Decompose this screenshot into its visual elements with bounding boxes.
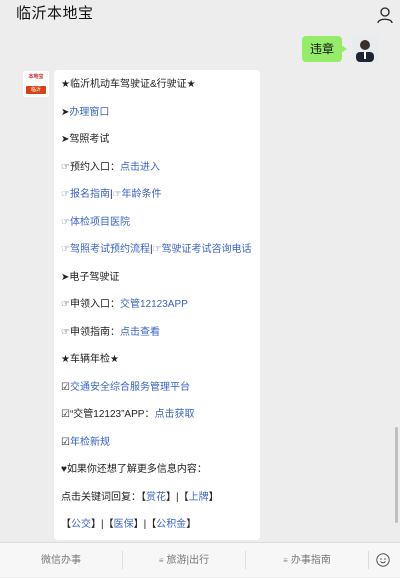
message-link[interactable]: 点击查看 <box>120 327 160 338</box>
avatar-city-tag: 临沂 <box>26 86 46 94</box>
message-text: ☑“交管12123”APP： <box>61 409 155 420</box>
incoming-message-bubble: ★临沂机动车驾驶证&行驶证★ ➤办理窗口 ➤驾照考试 ☞预约入口：点击进入 ☞报名指南|… <box>54 70 260 540</box>
person-icon[interactable] <box>376 6 394 24</box>
outgoing-message-bubble[interactable]: 违章 <box>301 36 348 62</box>
message-text: 】|【 <box>166 491 189 503</box>
message-text: 】|【 <box>133 519 157 530</box>
message-text: ★临沂机动车驾驶证&行驶证★ <box>61 79 196 90</box>
menu-item-label: 旅游|出行 <box>166 555 210 566</box>
message-line: ☞体检项目医院 <box>61 216 130 229</box>
avatar-logo-text: 本地宝 <box>28 74 44 80</box>
message-line: ☞预约入口：点击进入 <box>61 161 160 174</box>
message-line: ☞驾照考试预约流程|☞驾驶证考试咨询电话 <box>61 243 252 256</box>
message-link[interactable]: 公交 <box>71 519 91 530</box>
menu-item-label: 办事指南 <box>290 555 331 566</box>
message-line: ☑交通安全综合服务管理平台 <box>61 381 190 394</box>
message-link[interactable]: 医保 <box>114 519 134 530</box>
message-link[interactable]: 点击进入 <box>120 162 160 173</box>
menu-item-wechat-services[interactable]: 微信办事 <box>0 543 122 578</box>
message-line: ☑“交管12123”APP：点击获取 <box>61 408 194 421</box>
message-line: ➤驾照考试 <box>61 133 109 146</box>
message-link[interactable]: ☞驾照考试预约流程 <box>61 244 150 255</box>
message-line: ♥如果你还想了解更多信息内容： <box>61 463 207 476</box>
top-bar: 临沂本地宝 <box>0 0 400 32</box>
menu-item-service-guide[interactable]: ≡ 办事指南 <box>246 543 368 578</box>
chat-title: 临沂本地宝 <box>16 5 94 22</box>
message-text: ★车辆年检★ <box>61 354 119 365</box>
message-link[interactable]: 点击获取 <box>154 409 194 420</box>
menu-divider <box>368 551 369 569</box>
hamburger-icon: ≡ <box>158 556 164 565</box>
message-text: ☞申领指南： <box>61 326 120 338</box>
message-line: ☞报名指南|☞年龄条件 <box>61 188 162 201</box>
message-line: ☞申领指南：点击查看 <box>61 326 160 339</box>
message-line: ☑年检新规 <box>61 436 110 449</box>
message-line: 点击关键词回复：【赏花】|【上牌】 <box>61 491 219 504</box>
bottom-menu-bar: 微信办事 ≡ 旅游|出行 ≡ 办事指南 <box>0 542 400 577</box>
scrollbar-thumb[interactable] <box>395 427 398 523</box>
hamburger-icon: ≡ <box>283 556 288 565</box>
message-text: 】|【 <box>91 519 114 530</box>
message-link[interactable]: 交管12123APP <box>120 299 188 310</box>
message-text: 【 <box>61 519 71 530</box>
message-link[interactable]: 赏花 <box>146 492 166 503</box>
message-line: ★临沂机动车驾驶证&行驶证★ <box>61 78 196 91</box>
message-text: ☑ <box>61 436 70 448</box>
message-link[interactable]: ☞体检项目医院 <box>61 217 130 228</box>
message-link[interactable]: ☞年龄条件 <box>113 189 162 200</box>
message-text: ☞预约入口： <box>61 161 120 173</box>
message-link[interactable]: 公积金 <box>156 519 186 530</box>
official-account-avatar[interactable]: 本地宝 临沂 <box>22 70 50 98</box>
message-line: ☞申领入口：交管12123APP <box>61 298 188 311</box>
message-link[interactable]: 办理窗口 <box>69 107 109 118</box>
message-line: ➤电子驾驶证 <box>61 271 119 284</box>
message-text: 点击关键词回复：【 <box>61 491 146 503</box>
message-link[interactable]: 交通安全综合服务管理平台 <box>70 382 190 393</box>
message-text: ☞申领入口： <box>61 299 120 310</box>
message-text: 】 <box>186 519 197 530</box>
message-text: 】 <box>208 491 219 503</box>
message-link[interactable]: ☞驾驶证考试咨询电话 <box>153 244 252 255</box>
outgoing-message-row: 违章 <box>178 36 378 66</box>
message-link[interactable]: 年检新规 <box>70 437 110 448</box>
user-avatar[interactable] <box>352 36 378 62</box>
chat-area[interactable]: 违章 本地宝 临沂 ★临沂机动车驾驶证&行驶证★ ➤办理窗口 ➤驾照考试 ☞预约入口：… <box>0 32 400 542</box>
message-text: ➤电子驾驶证 <box>61 271 120 283</box>
message-text: ☑ <box>61 381 70 393</box>
message-line: ★车辆年检★ <box>61 353 119 366</box>
message-text: ➤驾照考试 <box>61 134 110 145</box>
menu-item-travel[interactable]: ≡ 旅游|出行 <box>123 543 245 578</box>
message-link[interactable]: ☞报名指南 <box>61 189 110 200</box>
message-line: ➤办理窗口 <box>61 106 109 119</box>
keyboard-icon[interactable] <box>376 553 390 567</box>
message-line: 【公交】|【医保】|【公积金】 <box>61 518 196 531</box>
message-text: ♥如果你还想了解更多信息内容： <box>61 464 207 475</box>
menu-item-label: 微信办事 <box>41 555 81 566</box>
message-link[interactable]: 上牌 <box>189 492 209 503</box>
